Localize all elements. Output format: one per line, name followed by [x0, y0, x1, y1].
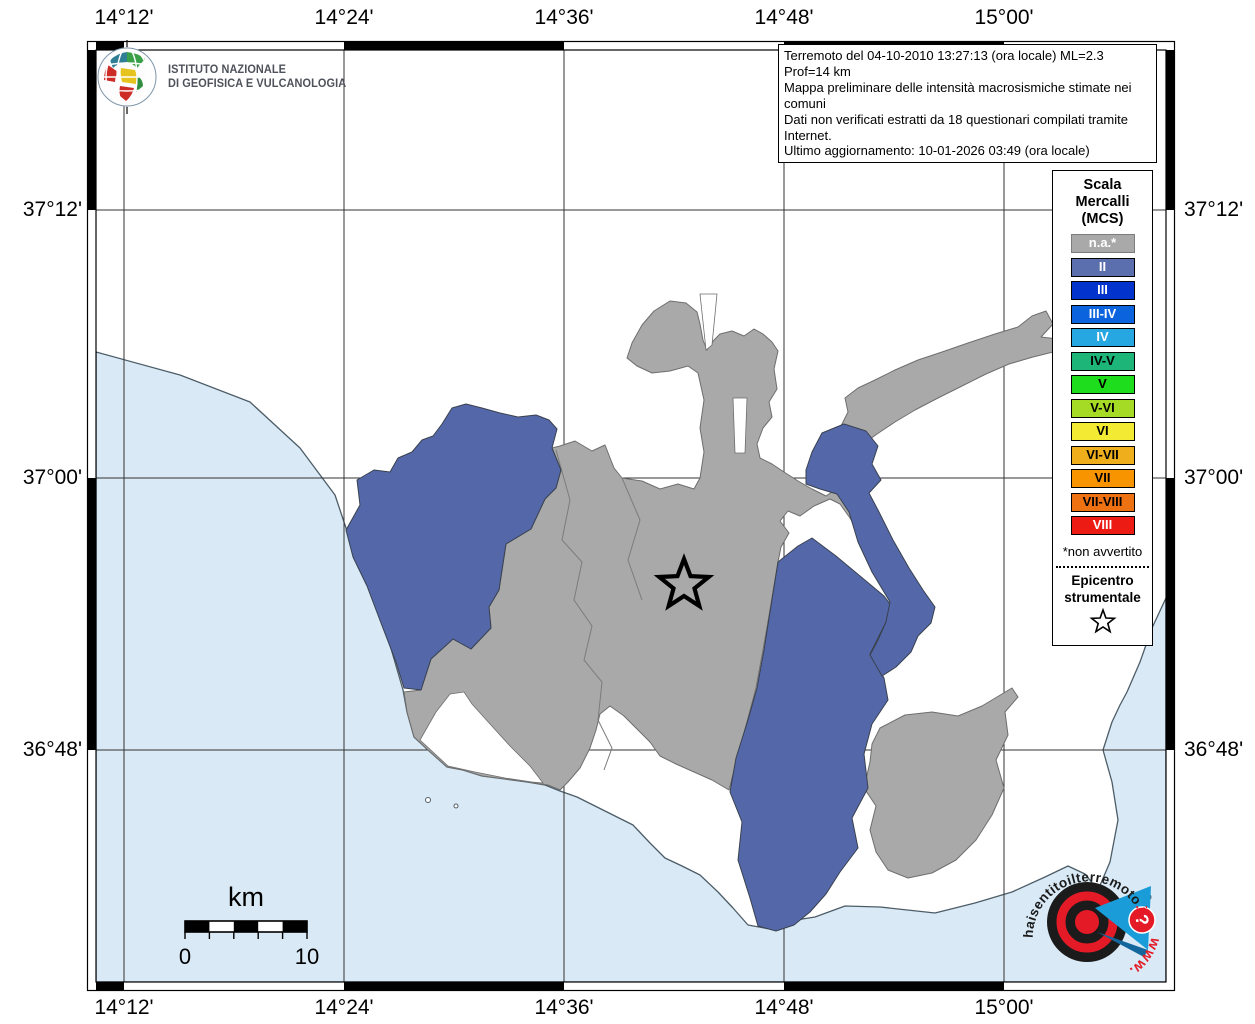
legend-separator — [1056, 566, 1149, 568]
legend-swatch-v-vi: V-VI — [1070, 398, 1135, 418]
legend-swatch-vii: VII — [1070, 469, 1135, 488]
axis-label-bottom-2: 14°36' — [534, 996, 594, 1019]
macroseismic-map-figure: 14°12' 14°24' 14°36' 14°48' 15°00' 14°12' 14°2… — [0, 0, 1255, 1024]
legend-swatch-iv-v: IV-V — [1070, 351, 1135, 371]
islet — [425, 797, 431, 803]
ingv-name-line1: ISTITUTO NAZIONALE — [168, 64, 287, 76]
axis-label-top-3: 14°48' — [754, 6, 814, 29]
mercalli-legend: Scala Mercalli (MCS) n.a.* II III III-IV IV I… — [1052, 170, 1153, 646]
legend-footnote: *non avvertito — [1062, 544, 1143, 559]
legend-swatch-iii-iv: III-IV — [1070, 304, 1135, 324]
legend-epicenter-line1: Epicentro — [1071, 573, 1134, 588]
haisentito-watermark: ? haisentitoilterremoto.it www. — [1021, 869, 1163, 979]
legend-swatch-vi: VI — [1070, 422, 1135, 441]
land-notch — [732, 397, 748, 454]
axis-label-bottom-3: 14°48' — [754, 996, 814, 1019]
earthquake-info-box: Terremoto del 04-10-2010 13:27:13 (ora l… — [778, 44, 1157, 164]
axis-label-left-1: 37°00' — [22, 466, 82, 489]
scale-bar-graphic — [184, 920, 308, 939]
scale-bar-unit: km — [228, 882, 264, 912]
ingv-name-line2: DI GEOFISICA E VULCANOLOGIA — [168, 78, 347, 90]
scale-bar-start: 0 — [178, 944, 192, 969]
axis-label-top-4: 15°00' — [974, 6, 1034, 29]
scale-bar-end: 10 — [294, 944, 320, 969]
axis-label-right-2: 36°48' — [1184, 738, 1244, 761]
ingv-logo: ISTITUTO NAZIONALE DI GEOFISICA E VULCAN… — [96, 40, 356, 114]
legend-star-icon — [1088, 607, 1117, 634]
info-line-data: Dati non verificati estratti da 18 quest… — [784, 111, 1128, 143]
legend-swatch-ii: II — [1070, 257, 1135, 277]
axis-label-left-0: 37°12' — [22, 198, 82, 221]
axis-label-right-1: 37°00' — [1184, 466, 1244, 489]
legend-swatch-viii: VIII — [1070, 516, 1135, 535]
islet — [453, 803, 459, 809]
legend-swatch-v: V — [1070, 375, 1135, 394]
axis-label-bottom-1: 14°24' — [314, 996, 374, 1019]
axis-label-top-0: 14°12' — [94, 6, 154, 29]
legend-title: Scala Mercalli (MCS) — [1053, 177, 1152, 228]
bullseye-center — [1075, 910, 1099, 934]
legend-epicenter-label: Epicentro strumentale — [1053, 573, 1152, 606]
legend-title-line1: Scala — [1083, 177, 1122, 193]
legend-swatch-iv: IV — [1070, 328, 1135, 347]
legend-epicenter-line2: strumentale — [1064, 589, 1141, 605]
legend-swatch-vi-vii: VI-VII — [1070, 445, 1135, 465]
legend-swatch-vii-viii: VII-VIII — [1070, 492, 1135, 512]
legend-swatch-n-a-: n.a.* — [1070, 234, 1135, 253]
axis-label-left-2: 36°48' — [22, 738, 82, 761]
axis-label-top-2: 14°36' — [534, 6, 594, 29]
axis-label-top-1: 14°24' — [314, 6, 374, 29]
legend-title-line2: Mercalli — [1075, 194, 1130, 210]
legend-swatch-iii: III — [1070, 281, 1135, 300]
legend-title-line3: (MCS) — [1081, 211, 1124, 227]
ingv-globe-icon — [97, 40, 157, 114]
axis-label-right-0: 37°12' — [1184, 198, 1244, 221]
info-line-map: Mappa preliminare delle intensità macros… — [784, 79, 1132, 111]
legend-rows: n.a.* II III III-IV IV IV-V V V-VI VI VI-VII VII VI… — [1053, 234, 1152, 535]
ingv-name: ISTITUTO NAZIONALE DI GEOFISICA E VULCAN… — [168, 63, 346, 91]
info-line-event: Terremoto del 04-10-2010 13:27:13 (ora l… — [784, 48, 1104, 79]
info-line-update: Ultimo aggiornamento: 10-01-2026 03:49 (… — [784, 143, 1090, 159]
axis-label-bottom-0: 14°12' — [94, 996, 154, 1019]
map-interior — [96, 50, 1166, 982]
